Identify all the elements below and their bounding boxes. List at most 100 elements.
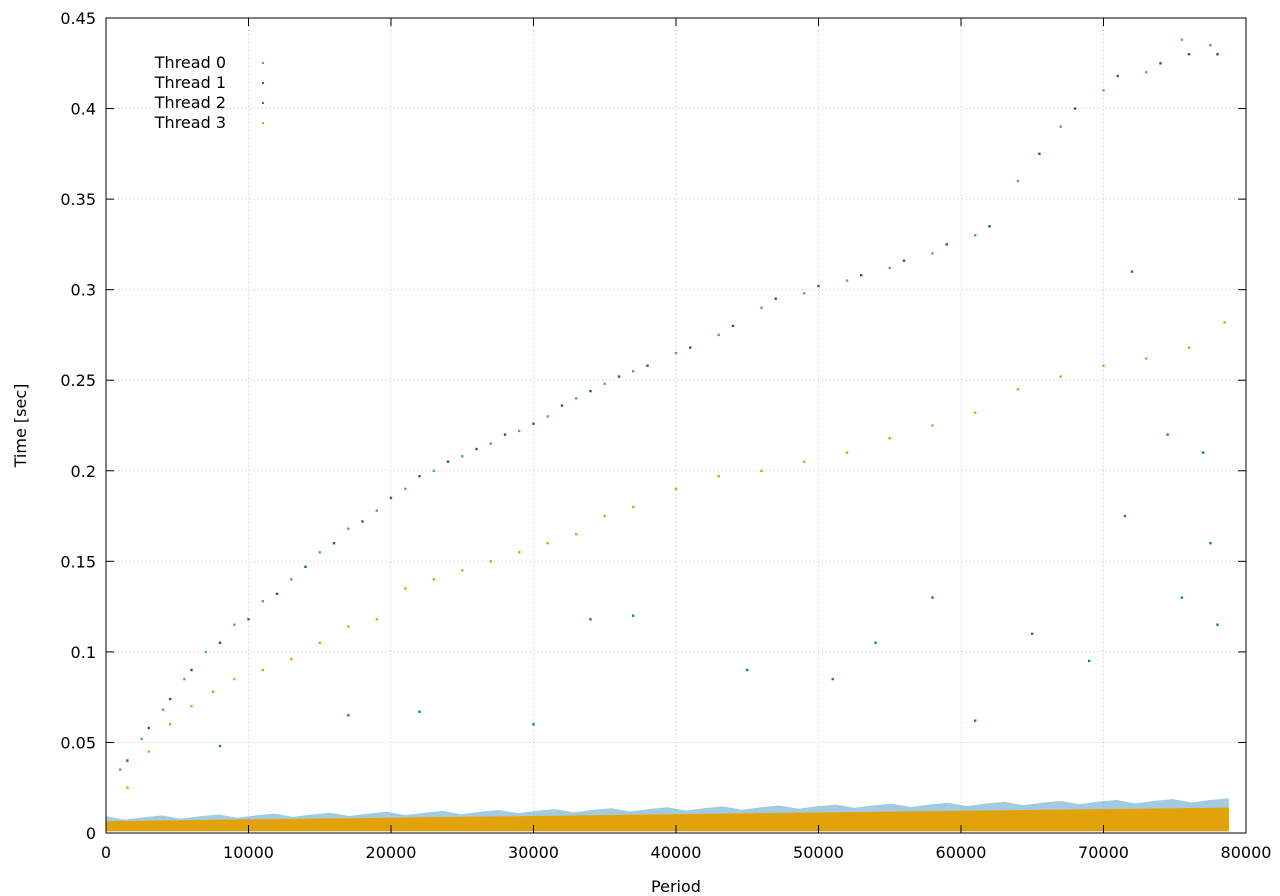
point-thread-3 [168,723,172,726]
point-thread-3 [432,578,435,581]
x-tick-label: 10000 [223,843,274,862]
point-thread-1 [1216,53,1219,56]
point-thread-3 [888,437,891,440]
point-thread-0 [404,487,407,491]
legend-marker [262,122,264,124]
point-thread-1 [774,297,777,300]
point-thread-0 [1102,89,1105,92]
chart-background [0,0,1280,896]
point-thread-3 [347,625,350,628]
point-thread-1 [689,346,692,349]
point-thread-2 [1180,596,1184,599]
point-thread-2 [347,714,350,717]
point-thread-2 [218,744,222,748]
point-thread-2 [589,618,592,621]
point-thread-0 [261,600,264,603]
point-thread-3 [974,411,977,414]
point-thread-3 [1102,364,1105,367]
point-thread-1 [1038,152,1041,155]
point-thread-3 [1059,375,1062,378]
point-thread-1 [446,460,450,463]
point-thread-0 [931,252,934,255]
point-thread-1 [1073,107,1077,110]
y-axis-title: Time [sec] [11,384,30,469]
point-thread-0 [1016,179,1020,183]
point-thread-2 [1031,632,1034,635]
point-thread-3 [760,469,763,472]
point-thread-3 [211,690,215,693]
point-thread-0 [233,623,236,626]
point-thread-3 [290,657,293,661]
point-thread-0 [674,351,678,355]
x-tick-label: 0 [101,843,111,862]
point-thread-0 [347,527,350,530]
point-thread-0 [1059,125,1062,128]
legend-label: Thread 3 [154,113,226,132]
point-thread-2 [532,723,535,726]
point-thread-0 [632,370,635,373]
point-thread-1 [304,565,307,568]
point-thread-2 [1202,451,1205,454]
point-thread-3 [931,424,934,427]
point-thread-1 [332,542,336,545]
point-thread-3 [575,533,578,536]
point-thread-2 [1130,270,1134,273]
point-thread-2 [1123,514,1127,518]
point-thread-3 [190,705,193,708]
legend-label: Thread 2 [154,93,226,112]
point-thread-3 [603,514,606,518]
legend-marker [262,102,264,104]
point-thread-0 [432,469,435,472]
point-thread-1 [361,520,364,523]
point-thread-2 [418,710,421,713]
point-thread-2 [632,614,635,617]
point-thread-2 [1209,542,1212,545]
point-thread-0 [1145,71,1148,74]
point-thread-1 [1116,74,1119,78]
point-thread-0 [375,509,378,512]
point-thread-3 [147,750,150,753]
point-thread-0 [603,382,606,385]
point-thread-3 [318,641,321,644]
point-thread-0 [140,737,143,740]
point-thread-3 [261,668,264,672]
point-thread-3 [674,487,678,491]
point-thread-1 [988,225,991,228]
x-tick-label: 60000 [936,843,987,862]
y-tick-label: 0 [86,824,96,843]
point-thread-1 [275,592,279,596]
point-thread-1 [646,364,649,367]
legend-label: Thread 0 [154,53,226,72]
point-thread-3 [717,475,720,478]
point-thread-0 [489,442,492,445]
point-thread-0 [1180,38,1184,41]
point-thread-1 [945,243,948,246]
point-thread-1 [817,284,820,288]
point-thread-1 [126,759,129,762]
point-thread-0 [717,333,720,337]
point-thread-0 [845,279,849,282]
point-thread-3 [845,451,849,454]
point-thread-0 [290,578,293,581]
point-thread-3 [518,551,521,554]
point-thread-0 [318,551,321,554]
point-thread-1 [589,389,592,393]
point-thread-1 [168,697,172,701]
x-tick-label: 80000 [1221,843,1272,862]
point-thread-0 [803,292,806,295]
point-thread-0 [546,415,549,418]
point-thread-0 [119,768,122,771]
point-thread-0 [974,234,977,237]
point-thread-1 [389,496,393,500]
point-thread-0 [518,429,521,433]
point-thread-3 [126,786,129,789]
x-tick-label: 30000 [508,843,559,862]
point-thread-1 [731,324,735,328]
y-tick-label: 0.1 [71,643,96,662]
point-thread-0 [183,677,186,681]
point-thread-3 [632,505,635,509]
point-thread-3 [803,460,806,463]
point-thread-0 [204,650,207,654]
point-thread-3 [375,618,378,621]
point-thread-2 [974,719,977,722]
